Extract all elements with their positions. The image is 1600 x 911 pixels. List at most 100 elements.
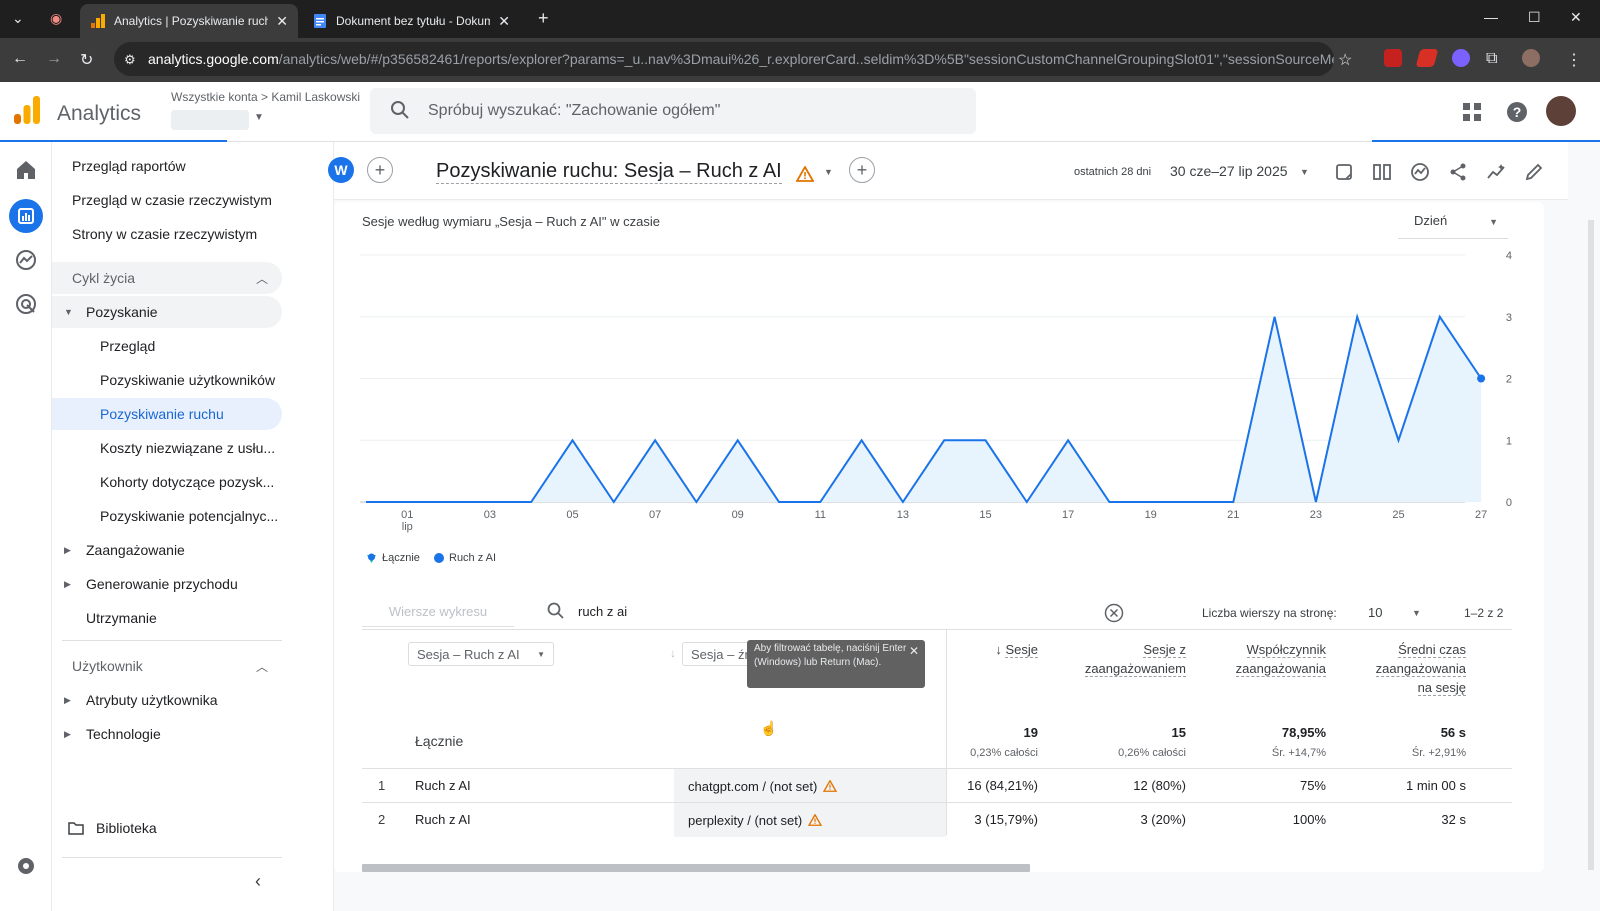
warning-icon[interactable] xyxy=(823,780,838,792)
close-icon[interactable]: ✕ xyxy=(909,644,919,658)
sidebar-item-user-attributes[interactable]: ▶ Atrybuty użytkownika xyxy=(52,684,282,716)
insights-icon[interactable] xyxy=(1410,162,1430,182)
date-range-picker[interactable]: 30 cze–27 lip 2025 xyxy=(1170,163,1288,179)
tab-analytics[interactable]: Analytics | Pozyskiwanie ruchu: ✕ xyxy=(80,4,298,38)
sidebar-section-lifecycle[interactable]: Cykl życia ︿ xyxy=(52,262,282,294)
sidebar: Przegląd raportów Przegląd w czasie rzec… xyxy=(52,142,334,911)
dimension-select-secondary[interactable]: Sesja – źr xyxy=(682,642,754,666)
compare-icon[interactable] xyxy=(1372,162,1392,182)
sidebar-item-traffic-acquisition[interactable]: Pozyskiwanie ruchu xyxy=(52,398,282,430)
share-icon[interactable] xyxy=(1448,162,1468,182)
x-tick-label: 09 xyxy=(732,509,744,521)
tooltip-text: Aby filtrować tabelę, naciśnij Enter (Wi… xyxy=(754,643,907,668)
plot-rows-button[interactable]: Wiersze wykresu xyxy=(362,597,514,627)
folder-icon xyxy=(68,822,84,835)
reports-icon[interactable] xyxy=(14,204,38,228)
filter-tooltip: Aby filtrować tabelę, naciśnij Enter (Wi… xyxy=(747,640,925,688)
horizontal-scrollbar[interactable] xyxy=(362,864,1030,872)
sidebar-item-reports-snapshot[interactable]: Przegląd raportów xyxy=(52,150,282,182)
add-comparison-button[interactable]: + xyxy=(367,157,393,183)
tab-search-icon[interactable]: ⌄ xyxy=(12,10,24,27)
docs-favicon-icon xyxy=(314,14,326,28)
sidebar-item-user-acquisition[interactable]: Pozyskiwanie użytkowników xyxy=(52,364,282,396)
column-label: Średni czas xyxy=(1398,642,1466,658)
sidebar-item-cohorts[interactable]: Kohorty dotyczące pozysk... xyxy=(52,466,282,498)
chevron-down-icon[interactable]: ▼ xyxy=(1412,608,1421,618)
extension-icon[interactable] xyxy=(1452,49,1470,67)
edit-pencil-icon[interactable] xyxy=(1524,162,1544,182)
site-info-icon[interactable]: ⚙ xyxy=(124,52,136,68)
profile-avatar-icon[interactable] xyxy=(1522,49,1540,67)
add-card-button[interactable]: + xyxy=(849,157,875,183)
apps-grid-icon[interactable] xyxy=(1462,102,1482,122)
search-input[interactable]: Spróbuj wyszukać: "Zachowanie ogółem" xyxy=(370,88,976,134)
sidebar-section-user[interactable]: Użytkownik ︿ xyxy=(52,650,282,682)
user-avatar[interactable] xyxy=(1546,96,1576,126)
home-icon[interactable] xyxy=(14,158,38,182)
reload-icon[interactable]: ↻ xyxy=(80,50,93,70)
x-tick-label: 23 xyxy=(1310,509,1322,521)
y-tick-label: 3 xyxy=(1506,312,1512,324)
back-icon[interactable]: ← xyxy=(12,50,28,68)
column-header-engaged-sessions[interactable]: Sesje z zaangażowaniem xyxy=(1060,640,1186,678)
advertising-icon[interactable] xyxy=(14,292,38,316)
account-breadcrumb[interactable]: Wszystkie konta > Kamil Laskowski xyxy=(171,90,360,104)
warning-icon[interactable] xyxy=(808,814,823,826)
chevron-down-icon[interactable]: ▼ xyxy=(1300,167,1309,177)
settings-gear-icon[interactable] xyxy=(14,854,38,878)
extension-pen-icon[interactable] xyxy=(1415,49,1439,67)
legend-label: Łącznie xyxy=(382,552,420,564)
row-number: 1 xyxy=(378,778,386,793)
help-icon[interactable]: ? xyxy=(1506,101,1528,123)
trend-sparkle-icon[interactable] xyxy=(1486,162,1506,182)
property-selector[interactable] xyxy=(171,110,249,130)
analytics-logo-icon xyxy=(14,96,40,124)
chevron-down-icon[interactable]: ▼ xyxy=(824,167,833,177)
bookmark-star-icon[interactable]: ☆ xyxy=(1338,50,1352,70)
pagination-label: 1–2 z 2 xyxy=(1464,606,1504,620)
maximize-icon[interactable]: ☐ xyxy=(1528,9,1541,26)
sidebar-item-library[interactable]: Biblioteka xyxy=(52,812,282,844)
menu-kebab-icon[interactable]: ⋮ xyxy=(1566,50,1582,70)
legend-item-series[interactable]: Ruch z AI xyxy=(434,552,496,564)
sidebar-item-lead-acquisition[interactable]: Pozyskiwanie potencjalnyc... xyxy=(52,500,282,532)
sidebar-item-monetization[interactable]: ▶ Generowanie przychodu xyxy=(52,568,282,600)
extensions-puzzle-icon[interactable]: ⧉ xyxy=(1486,50,1497,68)
granularity-select[interactable]: Dzień ▼ xyxy=(1398,203,1508,239)
table-search-input[interactable]: ruch z ai xyxy=(578,604,627,619)
column-header-avg-engagement-time[interactable]: Średni czas zaangażowania na sesję xyxy=(1340,640,1466,697)
collapse-sidebar-icon[interactable]: ‹ xyxy=(255,871,261,892)
minimize-icon[interactable]: — xyxy=(1484,9,1498,25)
sidebar-item-overview[interactable]: Przegląd xyxy=(52,330,282,362)
new-tab-icon[interactable]: + xyxy=(538,8,549,29)
dimension-select-primary[interactable]: Sesja – Ruch z AI ▼ xyxy=(408,642,554,666)
vertical-scrollbar[interactable] xyxy=(1588,220,1594,870)
column-header-engagement-rate[interactable]: Współczynnik zaangażowania xyxy=(1200,640,1326,678)
sort-arrow-icon[interactable]: ↓ xyxy=(670,646,676,660)
sidebar-item-retention[interactable]: Utrzymanie xyxy=(52,602,282,634)
forward-icon[interactable]: → xyxy=(46,50,62,68)
sidebar-item-realtime-overview[interactable]: Przegląd w czasie rzeczywistym xyxy=(52,184,282,216)
extension-icon[interactable] xyxy=(1384,49,1402,67)
tab-docs[interactable]: Dokument bez tytułu - Dokume ✕ xyxy=(302,4,520,38)
warning-icon[interactable] xyxy=(796,166,814,182)
sidebar-item-engagement[interactable]: ▶ Zaangażowanie xyxy=(52,534,282,566)
customize-report-icon[interactable] xyxy=(1334,162,1354,182)
legend-item-total[interactable]: Łącznie xyxy=(366,552,420,564)
close-tab-icon[interactable]: ✕ xyxy=(498,13,510,30)
explore-icon[interactable] xyxy=(14,248,38,272)
sidebar-item-non-google-cost[interactable]: Koszty niezwiązane z usłu... xyxy=(52,432,282,464)
sidebar-item-tech[interactable]: ▶ Technologie xyxy=(52,718,282,750)
record-icon[interactable]: ◉ xyxy=(50,10,62,27)
rows-per-page-select[interactable]: 10 xyxy=(1368,605,1382,635)
rows-per-page-label: Liczba wierszy na stronę: xyxy=(1202,606,1337,620)
window-close-icon[interactable]: ✕ xyxy=(1570,9,1582,26)
column-header-sessions[interactable]: ↓ Sesje xyxy=(960,640,1038,659)
url-field[interactable]: analytics.google.com/analytics/web/#/p35… xyxy=(114,42,1334,76)
sidebar-item-realtime-pages[interactable]: Strony w czasie rzeczywistym xyxy=(52,218,282,250)
comparison-avatar[interactable]: W xyxy=(328,157,354,183)
sidebar-item-acquisition[interactable]: ▼ Pozyskanie xyxy=(52,296,282,328)
close-tab-icon[interactable]: ✕ xyxy=(276,13,288,30)
chevron-down-icon[interactable]: ▼ xyxy=(254,112,264,123)
clear-search-icon[interactable] xyxy=(1104,603,1124,623)
